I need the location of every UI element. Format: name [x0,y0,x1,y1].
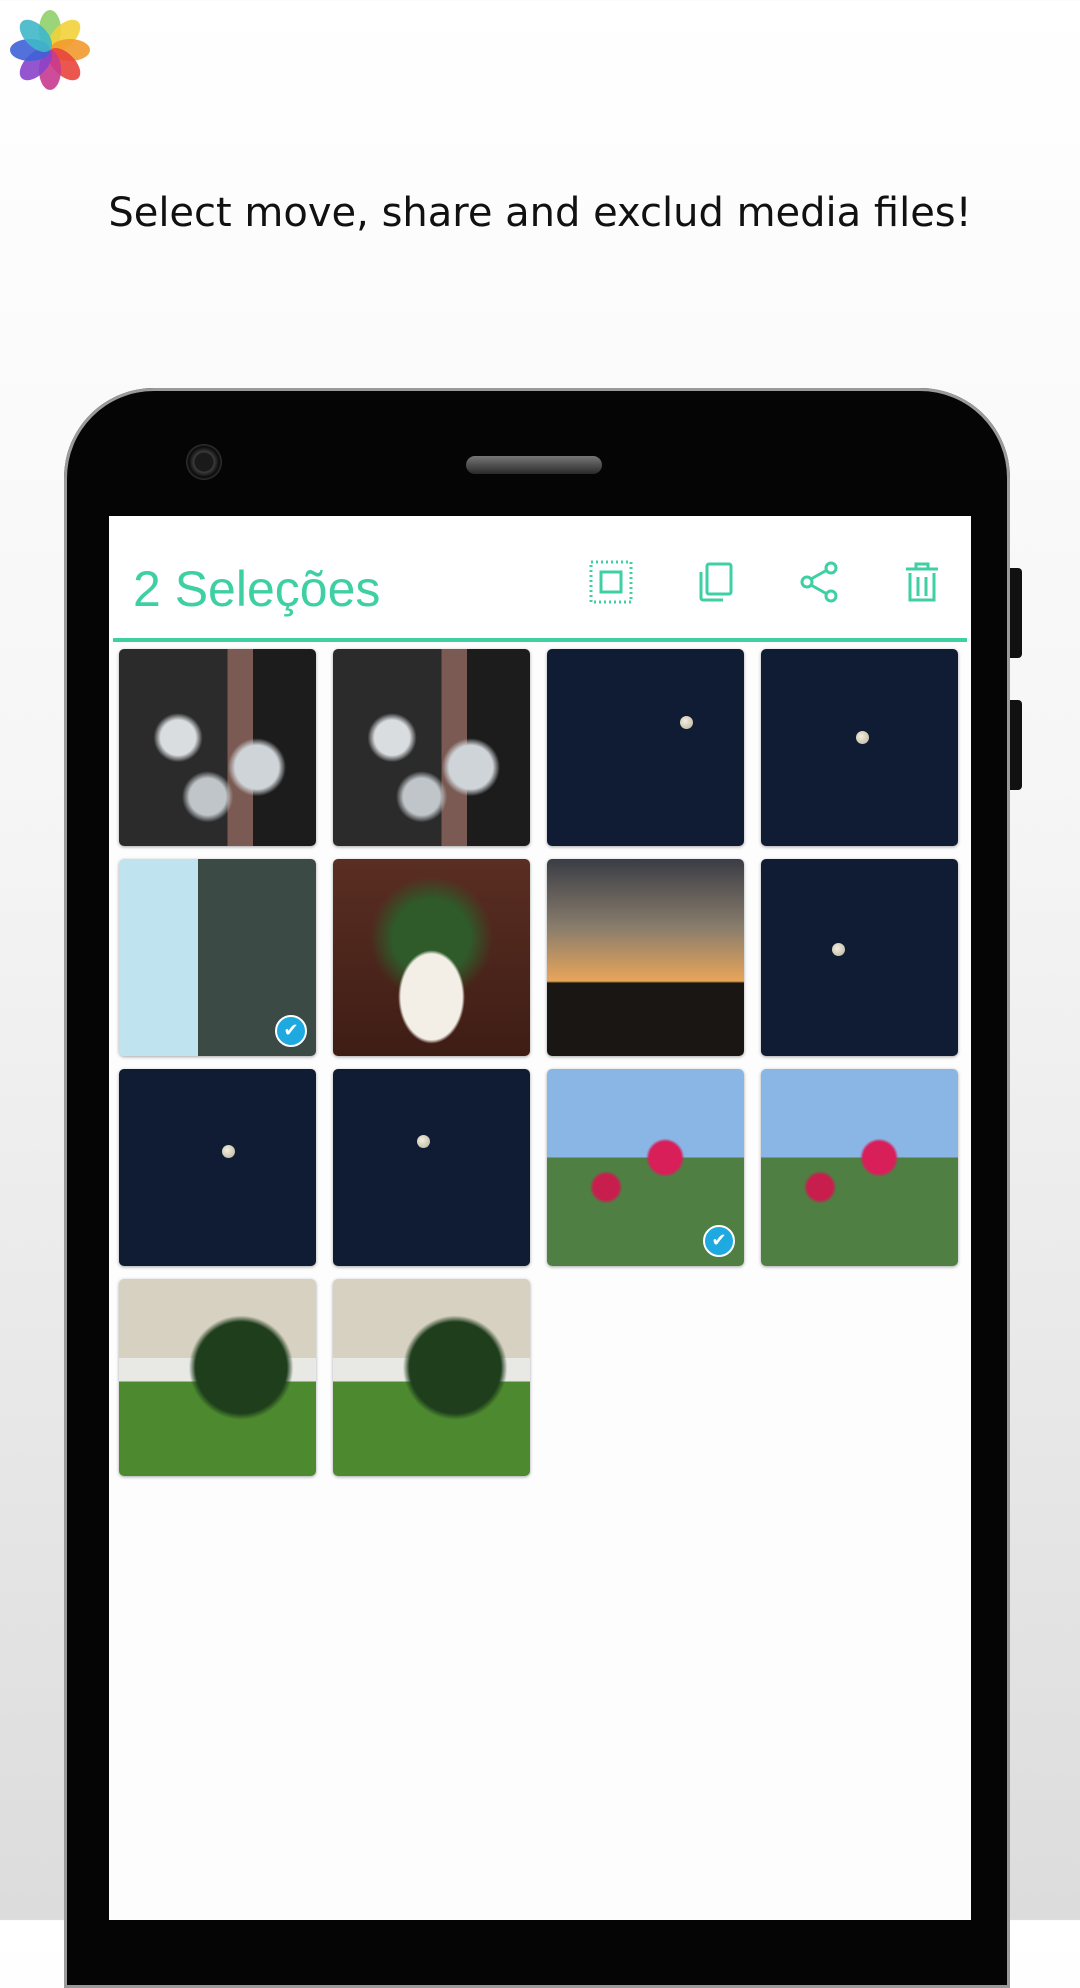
phone-frame: 2 Seleções ✔ ✔ [64,388,1022,1988]
volume-up-button [1010,568,1022,658]
moon [417,1135,430,1148]
front-camera [186,444,222,480]
photo-flowers-2[interactable] [761,1069,958,1266]
share-button[interactable] [793,556,845,608]
photo-glassware-2[interactable] [333,649,530,846]
volume-down-button [1010,700,1022,790]
photo-wall-lamp[interactable]: ✔ [119,859,316,1056]
photo-sunset[interactable] [547,859,744,1056]
copy-icon [699,562,733,602]
selection-count-title: 2 Seleções [133,561,381,617]
moon [856,731,869,744]
photo-moon-3[interactable] [761,859,958,1056]
share-icon [800,561,838,603]
app-logo-icon [10,10,90,90]
photo-flowers-1[interactable]: ✔ [547,1069,744,1266]
delete-icon [906,562,938,602]
photo-glassware-1[interactable] [119,649,316,846]
app-bar-divider [113,638,967,642]
selected-check-icon: ✔ [275,1015,307,1047]
screen: 2 Seleções ✔ ✔ [109,516,971,1920]
select-all-button[interactable] [585,556,637,608]
photo-garden-plant-1[interactable] [119,1279,316,1476]
moon [680,716,693,729]
photo-moon-5[interactable] [333,1069,530,1266]
photo-moon-4[interactable] [119,1069,316,1266]
photo-moon-2[interactable] [761,649,958,846]
app-bar: 2 Seleções [109,516,971,642]
selected-check-icon: ✔ [703,1225,735,1257]
delete-button[interactable] [896,556,948,608]
earpiece-speaker [466,456,602,474]
moon [832,943,845,956]
select-all-icon [589,560,633,604]
headline: Select move, share and exclud media file… [108,190,972,236]
moon [222,1145,235,1158]
photo-potted-plant[interactable] [333,859,530,1056]
photo-moon-1[interactable] [547,649,744,846]
copy-button[interactable] [689,556,741,608]
photo-garden-plant-2[interactable] [333,1279,530,1476]
